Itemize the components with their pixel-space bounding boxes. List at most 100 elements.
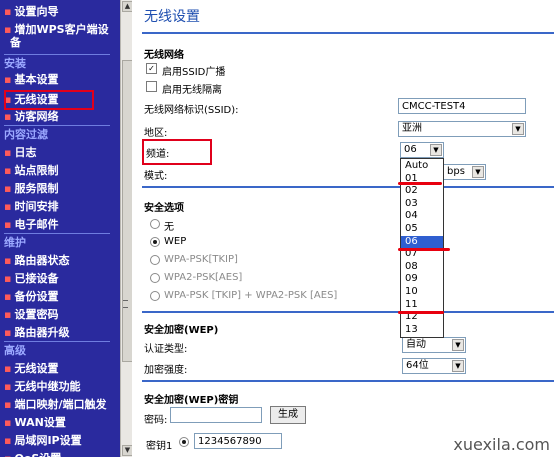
sidebar-item-label: 备份设置 xyxy=(14,290,59,303)
key1-radio[interactable] xyxy=(179,437,189,447)
security-radio-wpa2-psk[interactable] xyxy=(150,273,160,283)
sidebar-item[interactable]: ▪ 基本设置 xyxy=(4,73,58,87)
key1-input[interactable]: 1234567890 xyxy=(194,433,282,449)
sidebar-item[interactable]: ▪ WAN设置 xyxy=(4,416,66,430)
title-divider xyxy=(142,32,554,34)
bullet-icon: ▪ xyxy=(4,272,12,285)
sidebar-item-label: 路由器状态 xyxy=(14,254,70,267)
region-value: 亚洲 xyxy=(402,123,422,134)
bullet-icon: ▪ xyxy=(4,182,12,195)
sidebar-item[interactable]: ▪ 路由器升级 xyxy=(4,326,69,340)
page-title: 无线设置 xyxy=(144,9,200,25)
security-radio-wpa-psk[interactable] xyxy=(150,255,160,265)
channel-option[interactable]: 06 xyxy=(401,235,443,248)
generate-button[interactable]: 生成 xyxy=(270,406,306,424)
sidebar-item[interactable]: ▪ 设置密码 xyxy=(4,308,58,322)
section-divider xyxy=(142,311,554,313)
encryption-strength-value: 64位 xyxy=(406,360,429,371)
channel-option[interactable]: 09 xyxy=(401,273,443,285)
channel-option[interactable]: 13 xyxy=(401,324,443,336)
region-label: 地区: xyxy=(144,128,168,139)
channel-option[interactable]: Auto xyxy=(401,160,443,172)
sidebar-item[interactable]: ▪ 电子邮件 xyxy=(4,218,58,232)
sidebar-item[interactable]: ▪ 端口映射/端口触发 xyxy=(4,398,107,412)
sidebar-category: 高级 xyxy=(4,344,26,357)
sidebar-item-label: 电子邮件 xyxy=(14,218,59,231)
channel-option[interactable]: 11 xyxy=(401,299,443,311)
sidebar-item-label: 备 xyxy=(10,36,21,49)
chevron-down-icon[interactable]: ▼ xyxy=(452,339,464,351)
bullet-icon: ▪ xyxy=(4,110,12,123)
sidebar-item[interactable]: ▪ 增加WPS客户端设 xyxy=(4,23,109,37)
sidebar-divider xyxy=(4,125,110,126)
sidebar-item[interactable]: ▪ 无线中继功能 xyxy=(4,380,80,394)
encryption-strength-select[interactable]: 64位 ▼ xyxy=(402,358,466,374)
channel-option[interactable]: 03 xyxy=(401,198,443,210)
region-select[interactable]: 亚洲 ▼ xyxy=(398,121,526,137)
sidebar-item[interactable]: ▪ 时间安排 xyxy=(4,200,58,214)
passphrase-label: 密码: xyxy=(144,415,168,426)
sidebar-item[interactable]: 备 xyxy=(10,36,21,50)
channel-option[interactable]: 10 xyxy=(401,286,443,298)
sidebar-item-label: 端口映射/端口触发 xyxy=(14,398,107,411)
sidebar-item-label: 服务限制 xyxy=(14,182,59,195)
encryption-strength-label: 加密强度: xyxy=(144,365,188,376)
passphrase-input[interactable] xyxy=(170,407,262,423)
sidebar-item[interactable]: ▪ 站点限制 xyxy=(4,164,58,178)
bullet-icon: ▪ xyxy=(4,380,12,393)
wireless-isolation-checkbox[interactable] xyxy=(146,81,157,92)
sidebar-item-label: QoS设置 xyxy=(14,452,61,457)
bullet-icon: ▪ xyxy=(4,146,12,159)
chevron-down-icon[interactable]: ▼ xyxy=(452,360,464,372)
bullet-icon: ▪ xyxy=(4,362,12,375)
mode-label: 模式: xyxy=(144,171,168,182)
security-option-wpa2-psk-label: WPA2-PSK[AES] xyxy=(164,272,243,283)
sidebar-item[interactable]: ▪ 日志 xyxy=(4,146,36,160)
channel-option[interactable]: 02 xyxy=(401,185,443,197)
auth-type-select[interactable]: 自动 ▼ xyxy=(402,337,466,353)
channel-select[interactable]: 06 ▼ xyxy=(400,142,444,158)
mode-select[interactable]: bps ▼ xyxy=(444,164,486,180)
sidebar-item[interactable]: ▪ 已接设备 xyxy=(4,272,58,286)
sidebar-item[interactable]: ▪QoS设置 xyxy=(4,452,61,457)
key1-label: 密钥1 xyxy=(146,441,173,452)
annotation-underline-01 xyxy=(398,182,442,185)
security-options-section-title: 安全选项 xyxy=(144,203,184,214)
channel-option[interactable]: 05 xyxy=(401,223,443,235)
auth-type-label: 认证类型: xyxy=(144,344,188,355)
sidebar-item[interactable]: ▪ 路由器状态 xyxy=(4,254,69,268)
sidebar-item[interactable]: ▪ 访客网络 xyxy=(4,110,58,124)
channel-value: 06 xyxy=(404,144,417,155)
security-radio-wpa-mixed[interactable] xyxy=(150,291,160,301)
channel-label: 频道: xyxy=(146,149,170,160)
sidebar-item-label: WAN设置 xyxy=(14,416,66,429)
channel-option[interactable]: 08 xyxy=(401,261,443,273)
sidebar-item[interactable]: ▪ 备份设置 xyxy=(4,290,58,304)
sidebar-item[interactable]: ▪ 无线设置 xyxy=(4,362,58,376)
sidebar-divider xyxy=(4,233,110,234)
sidebar-item[interactable]: ▪ 服务限制 xyxy=(4,182,58,196)
sidebar-item[interactable]: ▪ 设置向导 xyxy=(4,5,58,19)
auth-type-value: 自动 xyxy=(406,339,426,350)
main-panel: 无线设置 无线网络 ✓ 启用SSID广播 启用无线隔离 无线网络标识(SSID)… xyxy=(132,0,554,457)
bullet-icon: ▪ xyxy=(4,218,12,231)
sidebar-scrollbar[interactable]: ▲ ▼ xyxy=(120,0,133,457)
wireless-isolation-label: 启用无线隔离 xyxy=(162,85,222,96)
sidebar-category: 维护 xyxy=(4,236,26,249)
channel-option[interactable]: 04 xyxy=(401,210,443,222)
annotation-underline-11 xyxy=(398,311,444,314)
sidebar-item[interactable]: ▪ 局域网IP设置 xyxy=(4,434,82,448)
chevron-down-icon[interactable]: ▼ xyxy=(512,123,524,135)
sidebar-selected-highlight-box xyxy=(4,90,94,110)
security-option-wpa-psk-label: WPA-PSK[TKIP] xyxy=(164,254,238,265)
wep-section-title: 安全加密(WEP) xyxy=(144,325,219,336)
ssid-input[interactable]: CMCC-TEST4 xyxy=(398,98,526,114)
security-radio-none[interactable] xyxy=(150,219,160,229)
chevron-down-icon[interactable]: ▼ xyxy=(472,166,484,178)
chevron-down-icon[interactable]: ▼ xyxy=(430,144,442,156)
bullet-icon: ▪ xyxy=(4,434,12,447)
sidebar-item-label: 日志 xyxy=(14,146,37,159)
ssid-broadcast-checkbox[interactable]: ✓ xyxy=(146,63,157,74)
security-radio-wep[interactable] xyxy=(150,237,160,247)
bullet-icon: ▪ xyxy=(4,452,11,457)
